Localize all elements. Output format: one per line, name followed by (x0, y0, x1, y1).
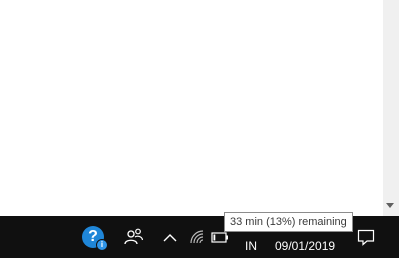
app-window-content (0, 0, 399, 216)
scroll-down-arrow-icon[interactable] (386, 203, 394, 208)
clock-date: 09/01/2019 (275, 239, 336, 253)
input-language-code: IN (245, 239, 257, 253)
action-center-notification-icon[interactable] (352, 216, 380, 258)
help-icon[interactable]: ? i (78, 216, 108, 258)
vertical-scrollbar[interactable] (383, 0, 399, 216)
info-badge-icon: i (96, 239, 108, 251)
people-icon[interactable] (120, 216, 148, 258)
battery-tooltip: 33 min (13%) remaining (224, 212, 353, 232)
wifi-icon[interactable] (186, 216, 208, 258)
show-hidden-icons-chevron-up-icon[interactable] (158, 216, 182, 258)
